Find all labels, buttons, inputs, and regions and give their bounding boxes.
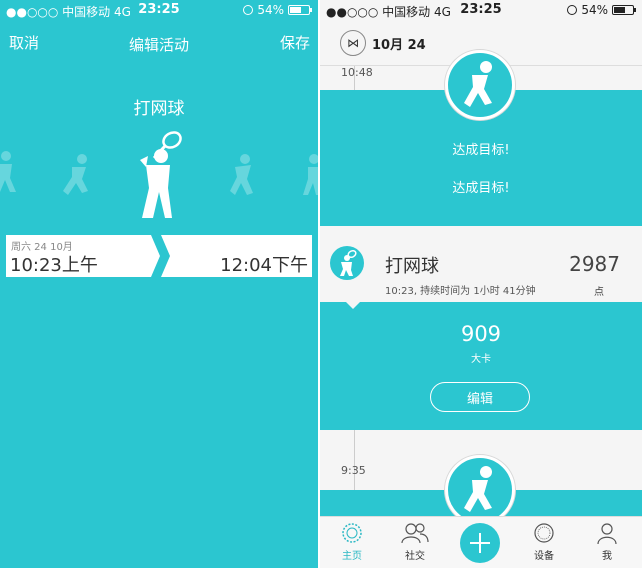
tab-profile[interactable]: 我 (582, 521, 632, 565)
plus-icon (470, 533, 490, 553)
device-icon (534, 523, 554, 543)
home-icon (342, 523, 362, 543)
walking-icon[interactable] (0, 150, 20, 195)
activity-title: 打网球 (385, 256, 439, 277)
end-time[interactable]: 12:04下午 (220, 251, 308, 277)
tab-social[interactable]: 社交 (390, 521, 440, 565)
calories-value: 909 (460, 322, 502, 346)
edit-activity-screen: ●●○○○ 中国移动 4G 23:25 54% 取消 编辑活动 保存 打网球 周… (0, 0, 318, 568)
points-value: 2987 (569, 252, 620, 276)
rotation-lock-icon (567, 5, 578, 15)
timeline-time: 9:35 (341, 464, 366, 477)
tab-bar: 主页 社交 设备 我 (320, 516, 642, 568)
profile-icon (597, 523, 617, 545)
goal-achieved-text: 达成目标! (452, 143, 510, 158)
battery-icon (612, 5, 636, 15)
tab-home[interactable]: 主页 (327, 521, 377, 565)
timeline-time: 10:48 (341, 66, 373, 79)
status-bar: ●●○○○ 中国移动 4G 23:25 54% (0, 0, 318, 20)
dance-icon[interactable] (225, 153, 259, 198)
running-icon[interactable] (60, 153, 94, 198)
battery-percent: 54% (581, 3, 608, 17)
activity-card[interactable]: 打网球 10:23, 持续时间为 1小时 41分钟 2987 点 (320, 226, 642, 302)
activity-name: 打网球 (133, 99, 185, 119)
edit-button[interactable]: 编辑 (430, 382, 530, 412)
tab-device[interactable]: 设备 (519, 521, 569, 565)
tennis-icon[interactable] (134, 130, 188, 220)
time-range: 周六 24 10月 10:23上午 12:04下午 (6, 235, 312, 277)
tab-label: 我 (602, 551, 612, 562)
social-icon (401, 523, 429, 544)
save-button[interactable]: 保存 (280, 32, 310, 53)
running-icon (464, 466, 492, 512)
status-bar: ●●○○○ 中国移动 4G 23:25 54% (320, 0, 642, 20)
page-title: 编辑活动 (128, 36, 189, 54)
goal-badge[interactable] (445, 50, 515, 120)
battery-percent: 54% (257, 3, 284, 17)
add-activity-button[interactable] (460, 523, 500, 563)
activity-duration: 10:23, 持续时间为 1小时 41分钟 (385, 286, 536, 297)
tab-label: 主页 (342, 551, 362, 562)
tennis-icon (330, 246, 364, 280)
activity-feed-screen: ●●○○○ 中国移动 4G 23:25 54% ⋈ 10月 24 10:48 达… (320, 0, 642, 568)
date-label: 10月 24 (372, 38, 426, 53)
timeline-line (354, 430, 355, 490)
points-label: 点 (594, 287, 604, 298)
tab-label: 社交 (405, 551, 425, 562)
card-pointer (344, 300, 362, 309)
cycling-icon[interactable] (300, 153, 318, 198)
rotation-lock-icon (243, 5, 254, 15)
start-time[interactable]: 10:23上午 (10, 251, 98, 277)
nav-bar: 取消 编辑活动 保存 (0, 30, 318, 54)
battery-icon (288, 5, 312, 15)
calories-unit: 大卡 (471, 354, 491, 365)
tab-label: 设备 (534, 551, 554, 562)
running-icon (464, 61, 492, 107)
activity-picker[interactable] (0, 125, 318, 220)
goal-achieved-text: 达成目标! (452, 181, 510, 196)
goal-badge[interactable] (445, 455, 515, 525)
bowtie-icon[interactable]: ⋈ (340, 30, 366, 56)
